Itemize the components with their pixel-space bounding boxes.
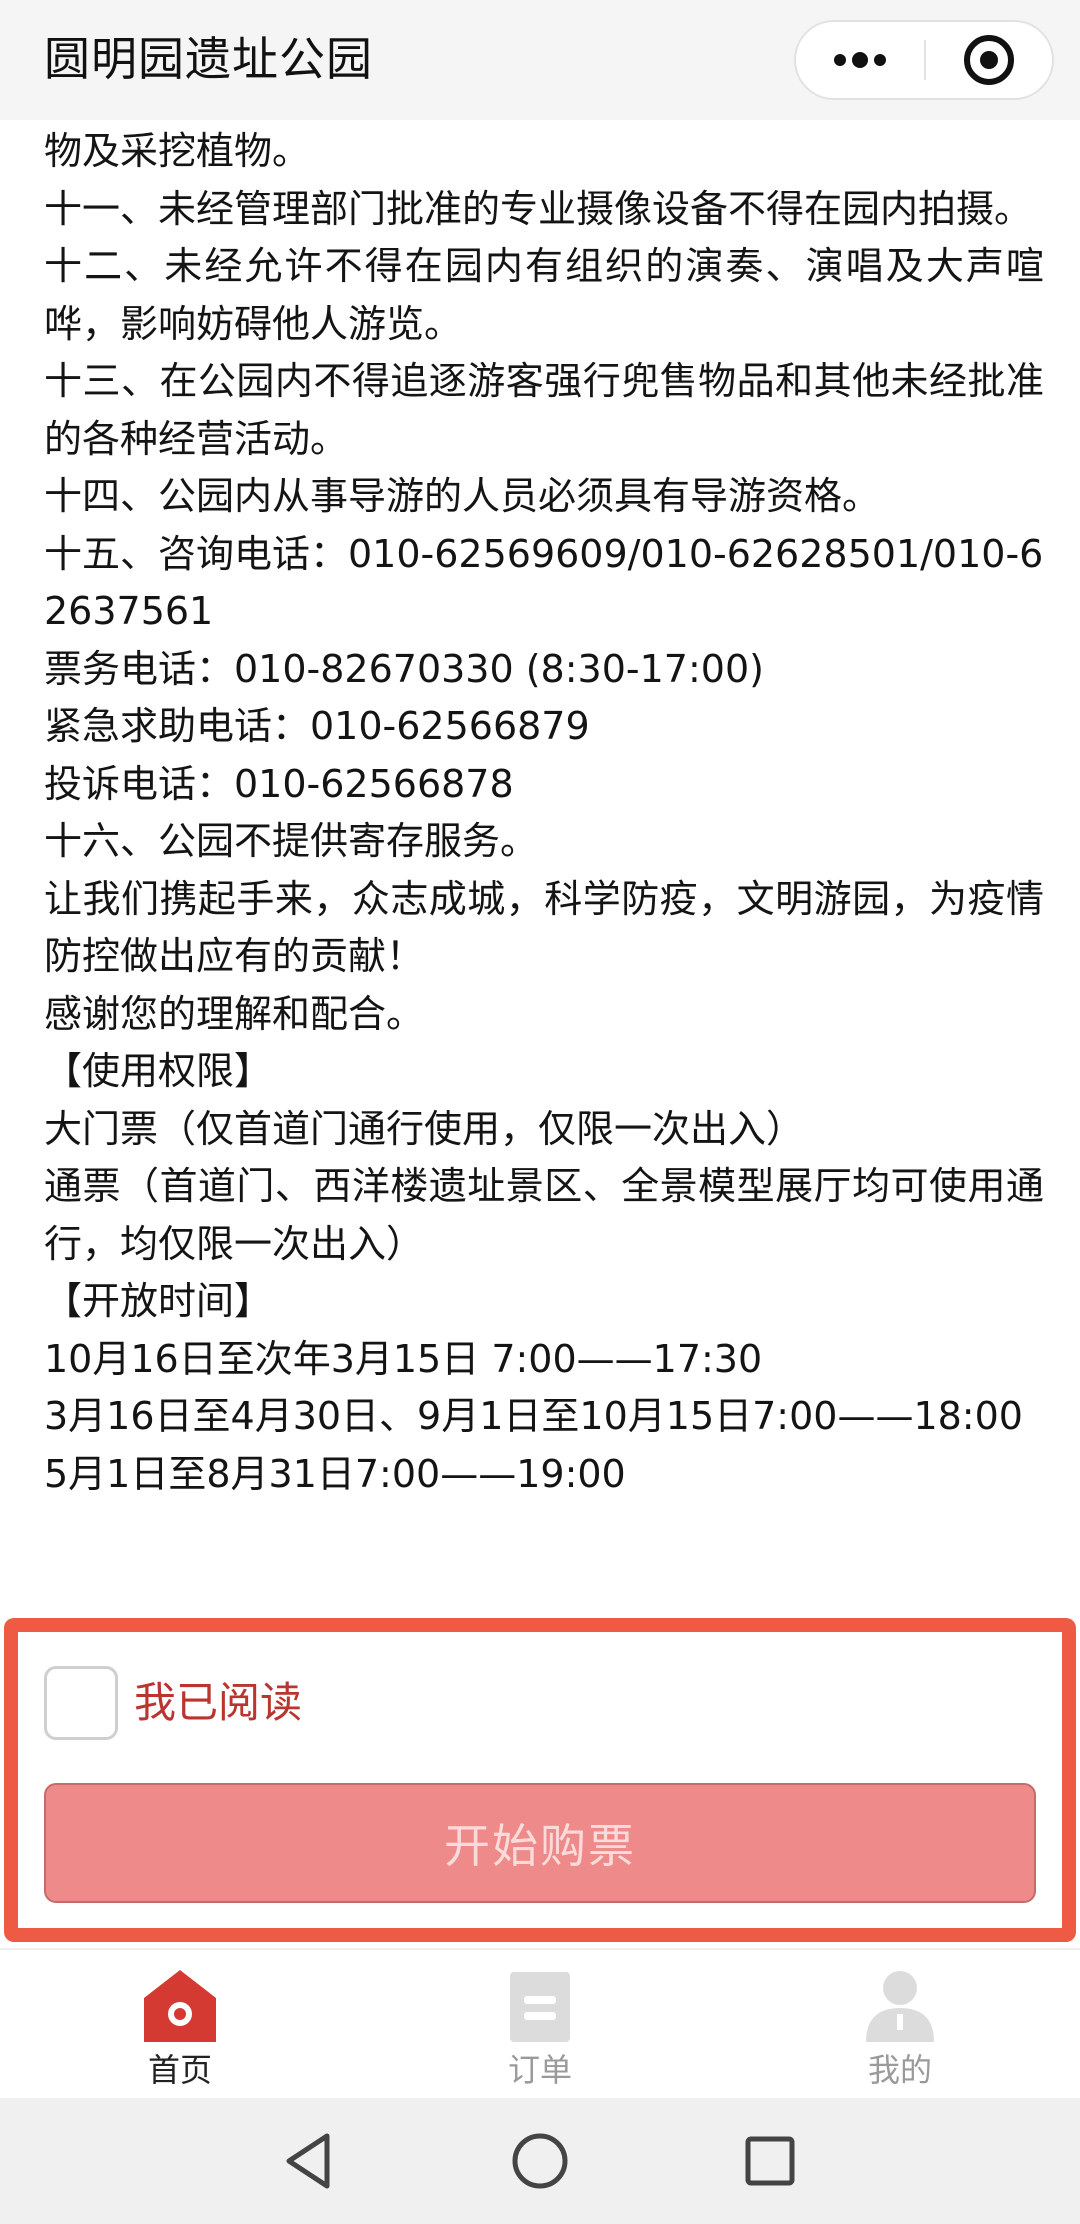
system-navigation-bar [0,2098,1080,2224]
notice-line: 让我们携起手来，众志成城，科学防疫，文明游园，为疫情防控做出应有的贡献！ [44,876,1044,979]
tab-home-label: 首页 [147,2051,212,2089]
agreement-panel: 我已阅读 开始购票 [0,1618,1080,1942]
notice-content[interactable]: 物及采挖植物。 十一、未经管理部门批准的专业摄像设备不得在园内拍摄。 十二、未经… [0,120,1080,1618]
notice-line: 十二、未经允许不得在园内有组织的演奏、演唱及大声喧哗，影响妨碍他人游览。 [44,244,1044,346]
hours-line: 10月16日至次年3月15日 7:00——17:30 [44,1336,763,1381]
back-icon [286,2133,330,2189]
capsule-menu [794,20,1054,100]
target-close-icon [964,35,1014,85]
notice-text: 物及采挖植物。 十一、未经管理部门批准的专业摄像设备不得在园内拍摄。 十二、未经… [44,123,1044,1503]
close-mini-program-button[interactable] [926,22,1052,98]
notice-line: 十六、公园不提供寄存服务。 [44,819,539,863]
notice-line: 十四、公园内从事导游的人员必须具有导游资格。 [44,474,881,518]
highlight-annotation-frame [4,1618,1076,1942]
tab-mine[interactable]: 我的 [780,1958,1020,2098]
notice-line: 感谢您的理解和配合。 [44,991,425,1036]
system-home-button[interactable] [505,2126,575,2196]
hours-line: 5月1日至8月31日7:00——19:00 [44,1451,626,1496]
section-heading-hours: 【开放时间】 [44,1279,273,1323]
home-circle-icon [512,2133,568,2189]
complaint-phone-line: 投诉电话：010-62566878 [44,761,514,806]
notice-line: 物及采挖植物。 [44,129,311,173]
tab-mine-label: 我的 [867,2051,932,2089]
app-screen: 圆明园遗址公园 物及采挖植物。 十一、未经管理部门批准的专业摄像设备不得在园内拍… [0,0,1080,2224]
system-recent-apps-button[interactable] [735,2126,805,2196]
mini-program-header: 圆明园遗址公园 [0,0,1080,120]
orders-icon [510,1972,570,2042]
notice-line: 十一、未经管理部门批准的专业摄像设备不得在园内拍摄。 [44,186,1033,231]
user-icon [866,1971,934,2042]
hours-line: 3月16日至4月30日、9月1日至10月15日7:00——18:00 [44,1394,1023,1438]
home-icon [144,1970,216,2042]
system-back-button[interactable] [275,2126,345,2196]
more-dots-icon [834,52,886,68]
notice-line: 大门票（仅首道门通行使用，仅限一次出入） [44,1106,805,1151]
bottom-tab-bar: 首页 订单 我的 [0,1948,1080,2098]
section-heading-permissions: 【使用权限】 [44,1049,273,1093]
tab-orders-label: 订单 [507,2051,572,2089]
page-title: 圆明园遗址公园 [44,32,373,86]
tab-orders[interactable]: 订单 [420,1958,660,2098]
notice-line: 通票（首道门、西洋楼遗址景区、全景模型展厅均可使用通行，均仅限一次出入） [44,1164,1044,1266]
tab-home[interactable]: 首页 [60,1958,300,2098]
consult-phone-line: 十五、咨询电话：010-62569609/010-62628501/010-62… [44,531,1044,634]
more-button[interactable] [796,22,924,98]
recent-apps-icon [745,2136,795,2186]
emergency-phone-line: 紧急求助电话：010-62566879 [44,704,590,748]
ticket-phone-line: 票务电话：010-82670330 (8:30-17:00) [44,646,764,691]
notice-line: 十三、在公园内不得追逐游客强行兜售物品和其他未经批准的各种经营活动。 [44,359,1044,461]
